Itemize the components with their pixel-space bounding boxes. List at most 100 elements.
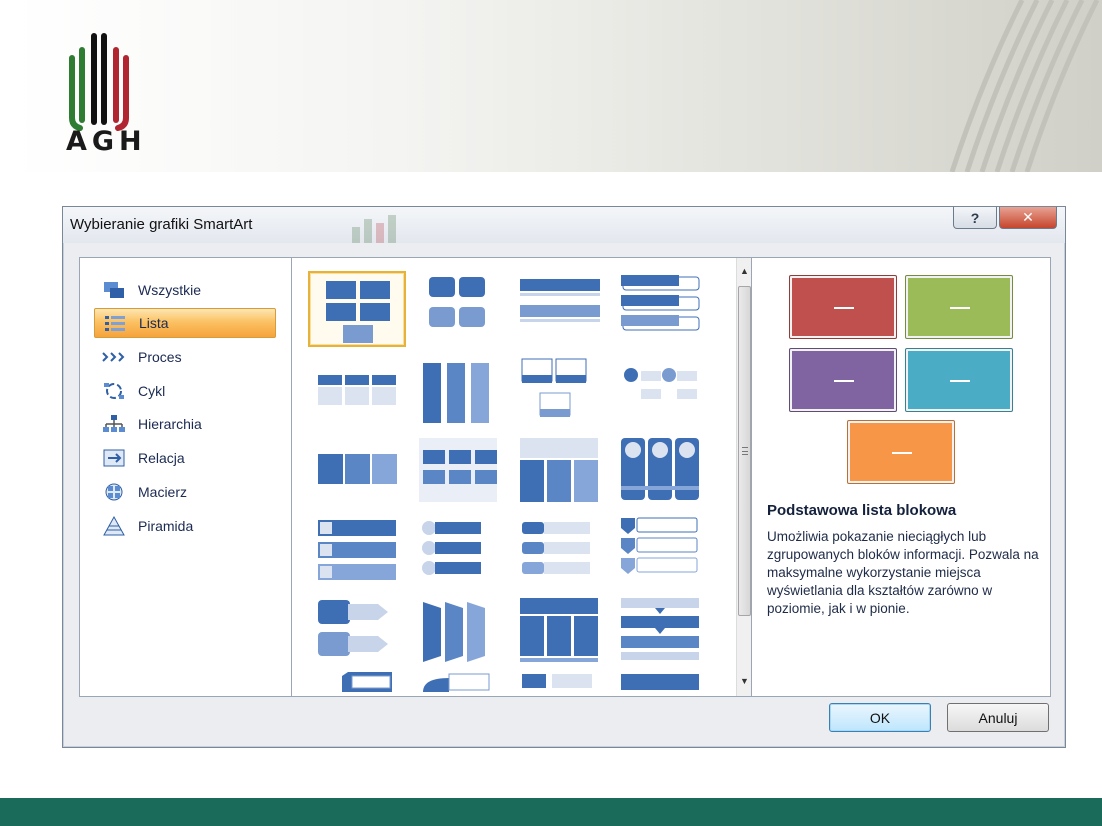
preview-description: Umożliwia pokazanie nieciągłych lub zgru… (767, 529, 1039, 616)
category-label: Cykl (138, 383, 166, 399)
decorative-stripes (949, 0, 1100, 172)
category-label: Lista (139, 315, 169, 331)
vertical-box-list-icon (318, 520, 396, 580)
layout-partial-1[interactable] (308, 672, 406, 696)
slide-footer-bar (0, 798, 1102, 826)
relationship-icon (103, 449, 125, 467)
layout-vertical-chevron-list[interactable] (611, 514, 709, 590)
preview-block-3 (789, 348, 897, 412)
preview-title: Podstawowa lista blokowa (767, 502, 957, 519)
category-label: Relacja (138, 450, 185, 466)
layout-vertical-bullet-list[interactable] (409, 353, 507, 429)
rounded-block-list-icon (429, 277, 485, 327)
ok-button[interactable]: OK (829, 703, 931, 732)
scroll-down-arrow-icon[interactable]: ▼ (737, 672, 752, 689)
help-button[interactable]: ? (953, 207, 997, 229)
vertical-accent-list-icon (522, 522, 590, 574)
slide-header-banner (14, 0, 1102, 172)
horizontal-bullet-list-icon (318, 454, 397, 484)
category-item-lista[interactable]: Lista (94, 308, 276, 338)
basic-block-list-icon (326, 281, 390, 343)
table-list-icon (318, 375, 396, 405)
layout-vertical-bullet-circles[interactable] (409, 514, 507, 590)
partial-layout-icon (342, 672, 392, 692)
category-label: Wszystkie (138, 282, 201, 298)
layout-picture-accent-list[interactable] (510, 353, 608, 429)
category-item-proces[interactable]: Proces (94, 342, 276, 372)
category-label: Hierarchia (138, 416, 202, 432)
category-label: Macierz (138, 484, 188, 500)
category-item-cykl[interactable]: Cykl (94, 376, 276, 406)
layout-partial-3[interactable] (510, 672, 608, 696)
circle-accent-list-icon (624, 368, 697, 399)
grouped-list-icon (419, 438, 497, 502)
layout-grouped-list[interactable] (409, 434, 507, 510)
titlebar-background-chart-icon (352, 215, 396, 243)
category-label: Piramida (138, 518, 194, 534)
segmented-list-icon (621, 598, 699, 660)
layout-tab-list[interactable] (510, 434, 608, 510)
layout-trapezoid-list[interactable] (409, 594, 507, 670)
layout-stacked-list[interactable] (611, 271, 709, 347)
layout-partial-4[interactable] (611, 672, 709, 696)
vertical-circle-list-icon (422, 521, 481, 575)
cancel-button[interactable]: Anuluj (947, 703, 1049, 732)
layout-partial-2[interactable] (409, 672, 507, 696)
dialog-titlebar[interactable]: Wybieranie grafiki SmartArt ? ✕ (63, 207, 1065, 243)
list-icon (105, 316, 125, 331)
vertical-arrow-list-icon (318, 600, 388, 656)
layout-circle-accent-list[interactable] (611, 353, 709, 429)
hierarchy-icon (103, 415, 125, 432)
preview-block-1 (789, 275, 897, 339)
dialog-client-area: Wszystkie Lista Proces Cykl Hierarchia R… (79, 257, 1051, 697)
layout-lined-list[interactable] (510, 271, 608, 347)
layout-vertical-accent-list[interactable] (510, 514, 608, 590)
cycle-icon (104, 383, 124, 399)
trapezoid-list-icon (423, 602, 485, 662)
close-icon: ✕ (1022, 209, 1034, 225)
stacked-list-icon (621, 275, 700, 331)
vertical-bullet-list-icon (423, 363, 489, 423)
category-item-wszystkie[interactable]: Wszystkie (94, 275, 276, 305)
continuous-picture-list-icon (621, 438, 699, 500)
lined-list-icon (520, 279, 600, 322)
preview-block-5 (847, 420, 955, 484)
partial-layout-icon (522, 674, 592, 688)
scrollbar-grip-icon (742, 447, 748, 455)
table-hierarchy-icon (520, 598, 598, 662)
layout-horizontal-bullet-list[interactable] (308, 434, 406, 510)
category-item-hierarchia[interactable]: Hierarchia (94, 409, 276, 439)
layout-gallery (293, 258, 736, 696)
picture-accent-list-icon (521, 358, 587, 417)
category-item-relacja[interactable]: Relacja (94, 443, 276, 473)
layout-pyramid-list-matrix[interactable] (510, 594, 608, 670)
dialog-title: Wybieranie grafiki SmartArt (70, 216, 253, 233)
category-label: Proces (138, 349, 182, 365)
close-button[interactable]: ✕ (999, 207, 1057, 229)
all-layouts-icon (104, 282, 124, 298)
process-icon (102, 352, 125, 362)
help-icon: ? (970, 209, 980, 226)
layout-basic-block-list[interactable] (308, 271, 406, 347)
scrollbar-thumb[interactable] (738, 286, 751, 616)
layout-process-arrows[interactable] (308, 594, 406, 670)
partial-layout-icon (423, 673, 490, 692)
layout-alternating-hexagons[interactable] (409, 271, 507, 347)
pyramid-icon (103, 516, 125, 536)
category-item-macierz[interactable]: Macierz (94, 477, 276, 507)
category-list: Wszystkie Lista Proces Cykl Hierarchia R… (80, 258, 292, 696)
layout-segmented-process[interactable] (611, 594, 709, 670)
preview-block-4 (905, 348, 1013, 412)
gallery-scrollbar[interactable]: ▲ ▼ (736, 258, 752, 696)
partial-layout-icon (621, 674, 699, 690)
layout-continuous-picture-list[interactable] (611, 434, 709, 510)
category-item-piramida[interactable]: Piramida (94, 511, 276, 541)
vertical-chevron-list-icon (621, 517, 698, 574)
matrix-icon (105, 483, 123, 501)
tab-list-icon (520, 438, 598, 502)
agh-logo-text: AGH (66, 126, 147, 157)
layout-vertical-box-list[interactable] (308, 514, 406, 590)
layout-table-list[interactable] (308, 353, 406, 429)
scroll-up-arrow-icon[interactable]: ▲ (737, 262, 752, 279)
preview-block-2 (905, 275, 1013, 339)
